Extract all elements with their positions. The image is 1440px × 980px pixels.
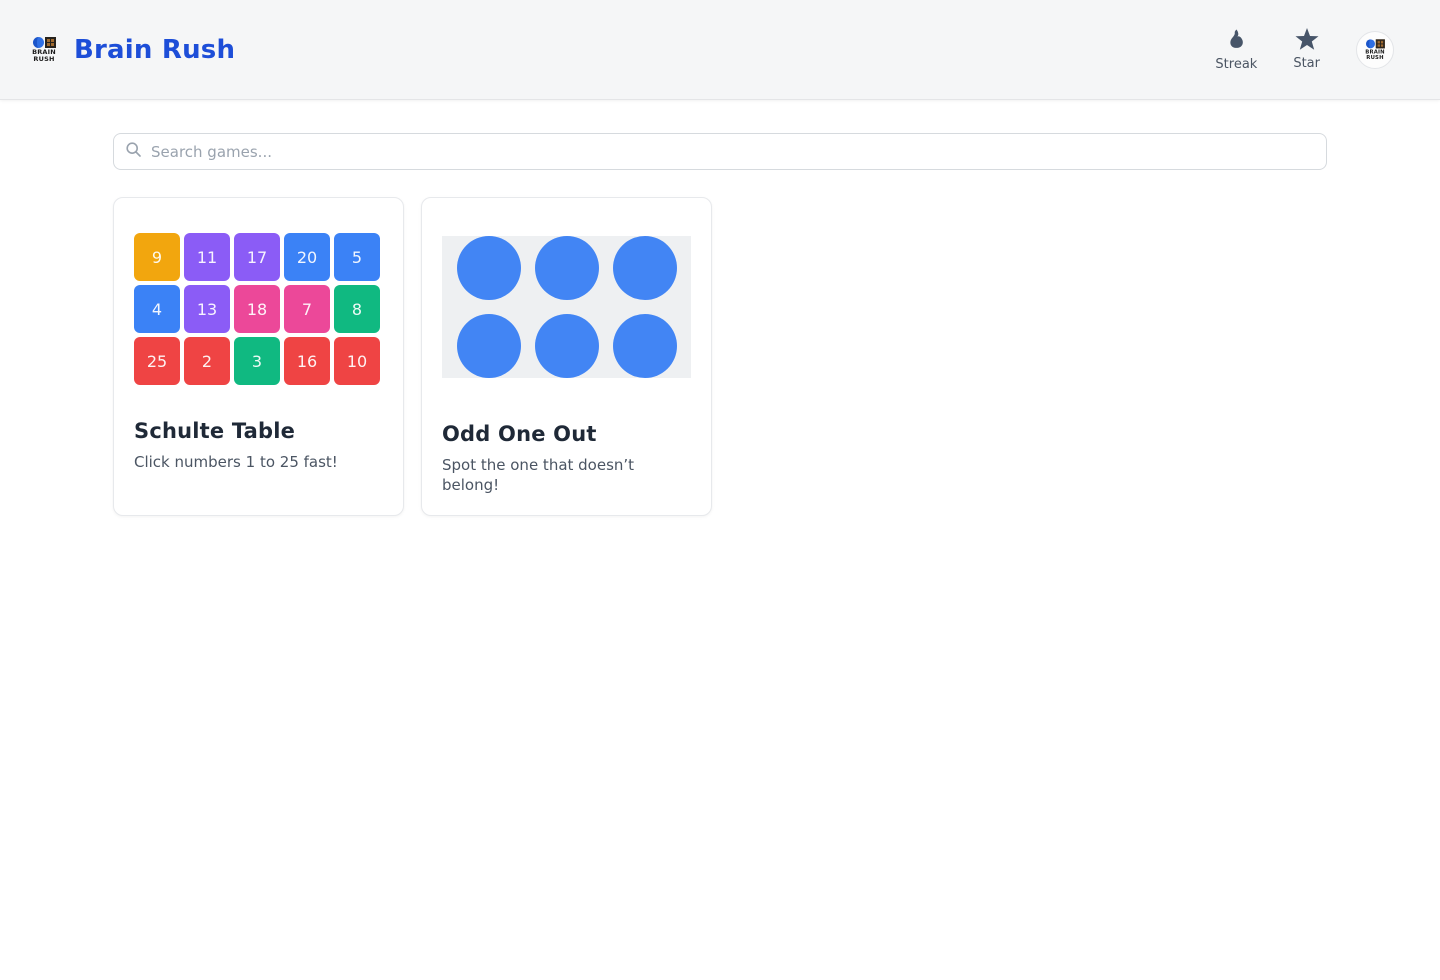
schulte-tile: 18 — [234, 285, 280, 333]
schulte-tile: 8 — [334, 285, 380, 333]
brand-home-link[interactable]: BRAIN RUSH Brain Rush — [32, 35, 235, 65]
game-card-list: 9 11 17 20 5 4 13 18 7 8 25 2 3 16 10 Schulte Table Cl… — [113, 197, 1327, 516]
flame-icon — [1226, 28, 1247, 52]
schulte-tile: 17 — [234, 233, 280, 281]
brain-rush-logo-icon: BRAIN RUSH — [32, 36, 56, 63]
page-title: Brain Rush — [74, 34, 236, 65]
schulte-tile: 4 — [134, 285, 180, 333]
card-description: Click numbers 1 to 25 fast! — [134, 453, 338, 471]
logo-grid-icon — [44, 36, 56, 48]
main-content: 91117205 4131878 25231610 Schulte Table Cl… — [113, 100, 1327, 516]
circle-shape — [612, 236, 677, 300]
schulte-tile: 3 — [234, 337, 280, 385]
circle-shape — [456, 314, 521, 378]
star-icon — [1295, 28, 1319, 51]
schulte-tile: 7 — [284, 285, 330, 333]
app-header: BRAIN RUSH Brain Rush Streak Star BRAIN … — [0, 0, 1440, 100]
avatar-logo-text-line2: RUSH — [1366, 53, 1384, 61]
logo-brain-icon — [32, 36, 44, 48]
schulte-tile: 25 — [134, 337, 180, 385]
card-description: Spot the one that doesn’t belong! — [442, 456, 635, 494]
schulte-tile: 2 — [184, 337, 230, 385]
circle-shape — [612, 314, 677, 378]
logo-text-line2: RUSH — [33, 54, 55, 63]
schulte-tile: 20 — [284, 233, 330, 281]
streak-label: Streak — [1215, 56, 1258, 72]
avatar-logo-icon: BRAIN RUSH — [1365, 38, 1385, 61]
search-input[interactable] — [151, 142, 1314, 161]
search-icon — [126, 142, 151, 161]
schulte-grid: 9 11 17 20 5 4 13 18 7 8 25 2 3 16 10 — [134, 233, 383, 385]
schulte-tile: 13 — [184, 285, 230, 333]
star-label: Star — [1293, 56, 1320, 71]
circle-shape — [456, 236, 521, 300]
game-card-schulte-table[interactable]: 9 11 17 20 5 4 13 18 7 8 25 2 3 16 10 Schulte Table Cl… — [113, 197, 404, 516]
schulte-tile: 5 — [334, 233, 380, 281]
card-title: Odd One Out — [442, 422, 597, 446]
odd-one-out-preview — [442, 236, 691, 419]
schulte-tile: 10 — [334, 337, 380, 385]
schulte-table-preview: 9 11 17 20 5 4 13 18 7 8 25 2 3 16 10 — [134, 233, 383, 416]
logo-brain-icon — [1365, 38, 1375, 48]
logo-grid-icon — [1375, 38, 1385, 48]
odd-one-out-circles — [442, 236, 691, 378]
circle-shape — [534, 236, 599, 300]
schulte-tile: 9 — [134, 233, 180, 281]
schulte-tile: 16 — [284, 337, 330, 385]
schulte-tile: 11 — [184, 233, 230, 281]
streak-button[interactable]: Streak — [1215, 28, 1257, 72]
card-title: Schulte Table — [134, 419, 296, 443]
circle-shape — [534, 314, 599, 378]
star-button[interactable]: Star — [1293, 28, 1320, 71]
user-avatar[interactable]: BRAIN RUSH — [1356, 30, 1394, 69]
search-bar — [113, 133, 1327, 170]
header-actions: Streak Star BRAIN RUSH — [1215, 28, 1394, 72]
game-card-odd-one-out[interactable]: Odd One Out Spot the one that doesn’t be… — [421, 197, 712, 516]
